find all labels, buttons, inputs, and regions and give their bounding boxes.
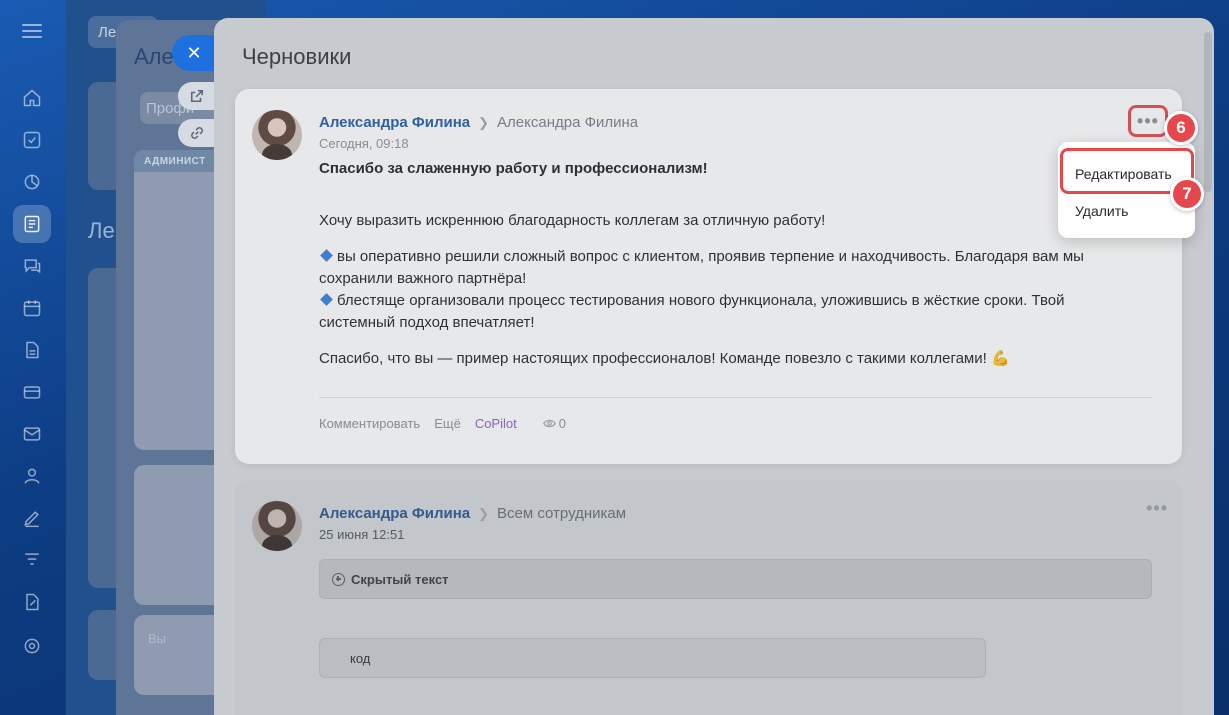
- close-icon: ✕: [186, 42, 202, 63]
- more-dots-icon: •••: [1137, 111, 1159, 131]
- documents-icon[interactable]: [20, 338, 44, 362]
- post-intro: Хочу выразить искреннюю благодарность ко…: [319, 212, 826, 229]
- post-recipient[interactable]: Александра Филина: [497, 114, 638, 131]
- mail-icon[interactable]: [20, 422, 44, 446]
- drafts-slider: Черновики Александра Филина ❯ Александра…: [214, 18, 1214, 715]
- post-recipient[interactable]: Всем сотрудникам: [497, 505, 626, 522]
- post-header: Александра Филина ❯ Александра Филина: [319, 114, 638, 131]
- post-header: Александра Филина ❯ Всем сотрудникам: [319, 505, 626, 522]
- post-point-1: вы оперативно решили сложный вопрос с кл…: [319, 248, 1084, 287]
- profile-panel: [134, 465, 224, 605]
- sign-icon[interactable]: [20, 506, 44, 530]
- views-count: 0: [558, 416, 566, 431]
- post-date: Сегодня, 09:18: [319, 136, 409, 151]
- post-body: Спасибо за слаженную работу и профессион…: [319, 158, 1099, 384]
- code-block: код: [319, 638, 986, 678]
- hidden-text-label: Скрытый текст: [351, 571, 449, 587]
- comment-link[interactable]: Комментировать: [319, 416, 420, 431]
- post-author-link[interactable]: Александра Филина: [319, 114, 470, 131]
- chevron-right-icon: ❯: [478, 114, 490, 130]
- post-author-link[interactable]: Александра Филина: [319, 505, 470, 522]
- post-more-button[interactable]: •••: [1128, 105, 1168, 137]
- step-badge-7: 7: [1170, 177, 1204, 211]
- page-title: Черновики: [242, 44, 352, 69]
- left-sidebar: [0, 0, 64, 715]
- avatar[interactable]: [252, 501, 302, 551]
- crm-icon[interactable]: [20, 170, 44, 194]
- filter-icon[interactable]: [20, 548, 44, 572]
- draft-post: Александра Филина ❯ Александра Филина Се…: [235, 89, 1182, 464]
- chat-icon[interactable]: [20, 254, 44, 278]
- eye-icon: [542, 419, 556, 428]
- post-actions: Комментировать Ещё CoPilot 0: [319, 416, 566, 431]
- post-headline: Спасибо за слаженную работу и профессион…: [319, 160, 708, 177]
- scrollbar[interactable]: [1204, 32, 1212, 192]
- post-point-2: блестяще организовали процесс тестирован…: [319, 292, 1065, 331]
- profile-panel: Вы: [134, 615, 224, 695]
- contacts-icon[interactable]: [20, 464, 44, 488]
- external-link-icon: [190, 89, 204, 103]
- plus-circle-icon: [332, 572, 345, 586]
- views-counter: 0: [542, 416, 566, 431]
- card-icon[interactable]: [20, 380, 44, 404]
- menu-icon[interactable]: [22, 24, 42, 38]
- draft-post: Александра Филина ❯ Всем сотрудникам 25 …: [235, 480, 1182, 715]
- settings-icon[interactable]: [20, 634, 44, 658]
- avatar[interactable]: [252, 110, 302, 160]
- post-date: 25 июня 12:51: [319, 527, 405, 542]
- menu-item-delete[interactable]: Удалить: [1075, 203, 1128, 219]
- post-more-button[interactable]: •••: [1146, 498, 1168, 519]
- background-heading: Ле: [88, 218, 115, 243]
- copilot-link[interactable]: CoPilot: [475, 416, 517, 431]
- blue-diamond-icon: [320, 293, 333, 306]
- calendar-icon[interactable]: [20, 296, 44, 320]
- close-slider-button[interactable]: ✕: [172, 35, 216, 71]
- profile-title: Але: [134, 44, 174, 69]
- feed-icon[interactable]: [13, 205, 51, 243]
- post-closing: Спасибо, что вы — пример настоящих профе…: [319, 350, 1010, 367]
- open-new-window-button[interactable]: [178, 82, 216, 110]
- hidden-text-spoiler[interactable]: Скрытый текст: [319, 559, 1152, 599]
- divider: [319, 397, 1152, 398]
- more-link[interactable]: Ещё: [434, 416, 461, 431]
- chevron-right-icon: ❯: [478, 505, 490, 521]
- step-badge-6: 6: [1164, 111, 1198, 145]
- edit-doc-icon[interactable]: [20, 590, 44, 614]
- link-icon: [191, 127, 203, 139]
- tasks-icon[interactable]: [20, 128, 44, 152]
- home-icon[interactable]: [20, 86, 44, 110]
- profile-panel-strip: АДМИНИСТ: [134, 150, 224, 172]
- post-points: вы оперативно решили сложный вопрос с кл…: [319, 246, 1099, 334]
- blue-diamond-icon: [320, 249, 333, 262]
- copy-link-button[interactable]: [178, 119, 216, 147]
- profile-panel: АДМИНИСТ: [134, 150, 224, 450]
